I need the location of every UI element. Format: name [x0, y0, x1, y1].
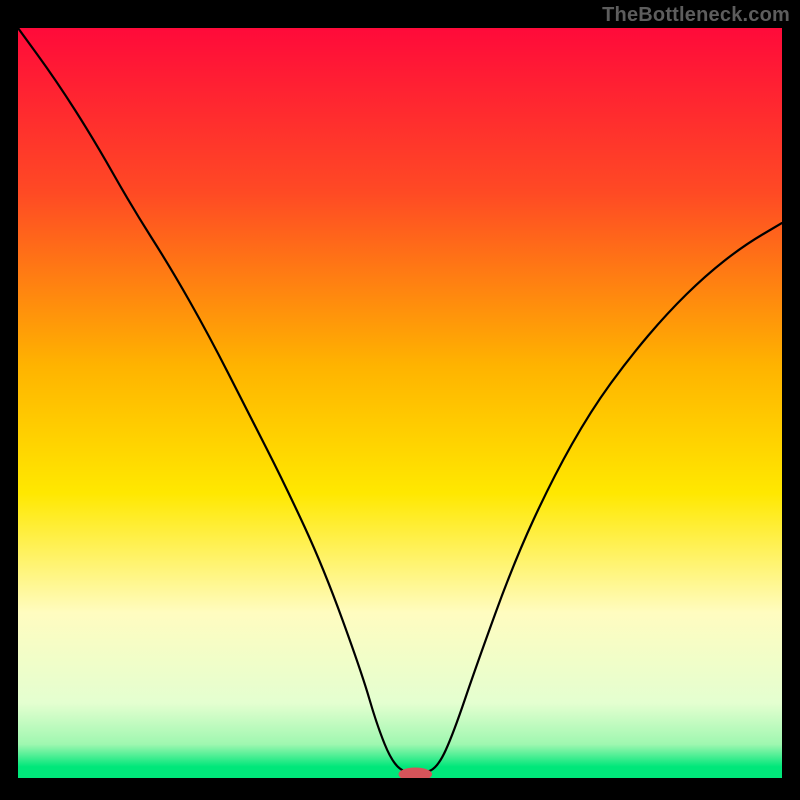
plot-area	[18, 28, 782, 778]
watermark-text: TheBottleneck.com	[602, 4, 790, 27]
chart-frame: TheBottleneck.com	[0, 0, 800, 800]
gradient-background	[18, 28, 782, 778]
chart-svg	[18, 28, 782, 778]
